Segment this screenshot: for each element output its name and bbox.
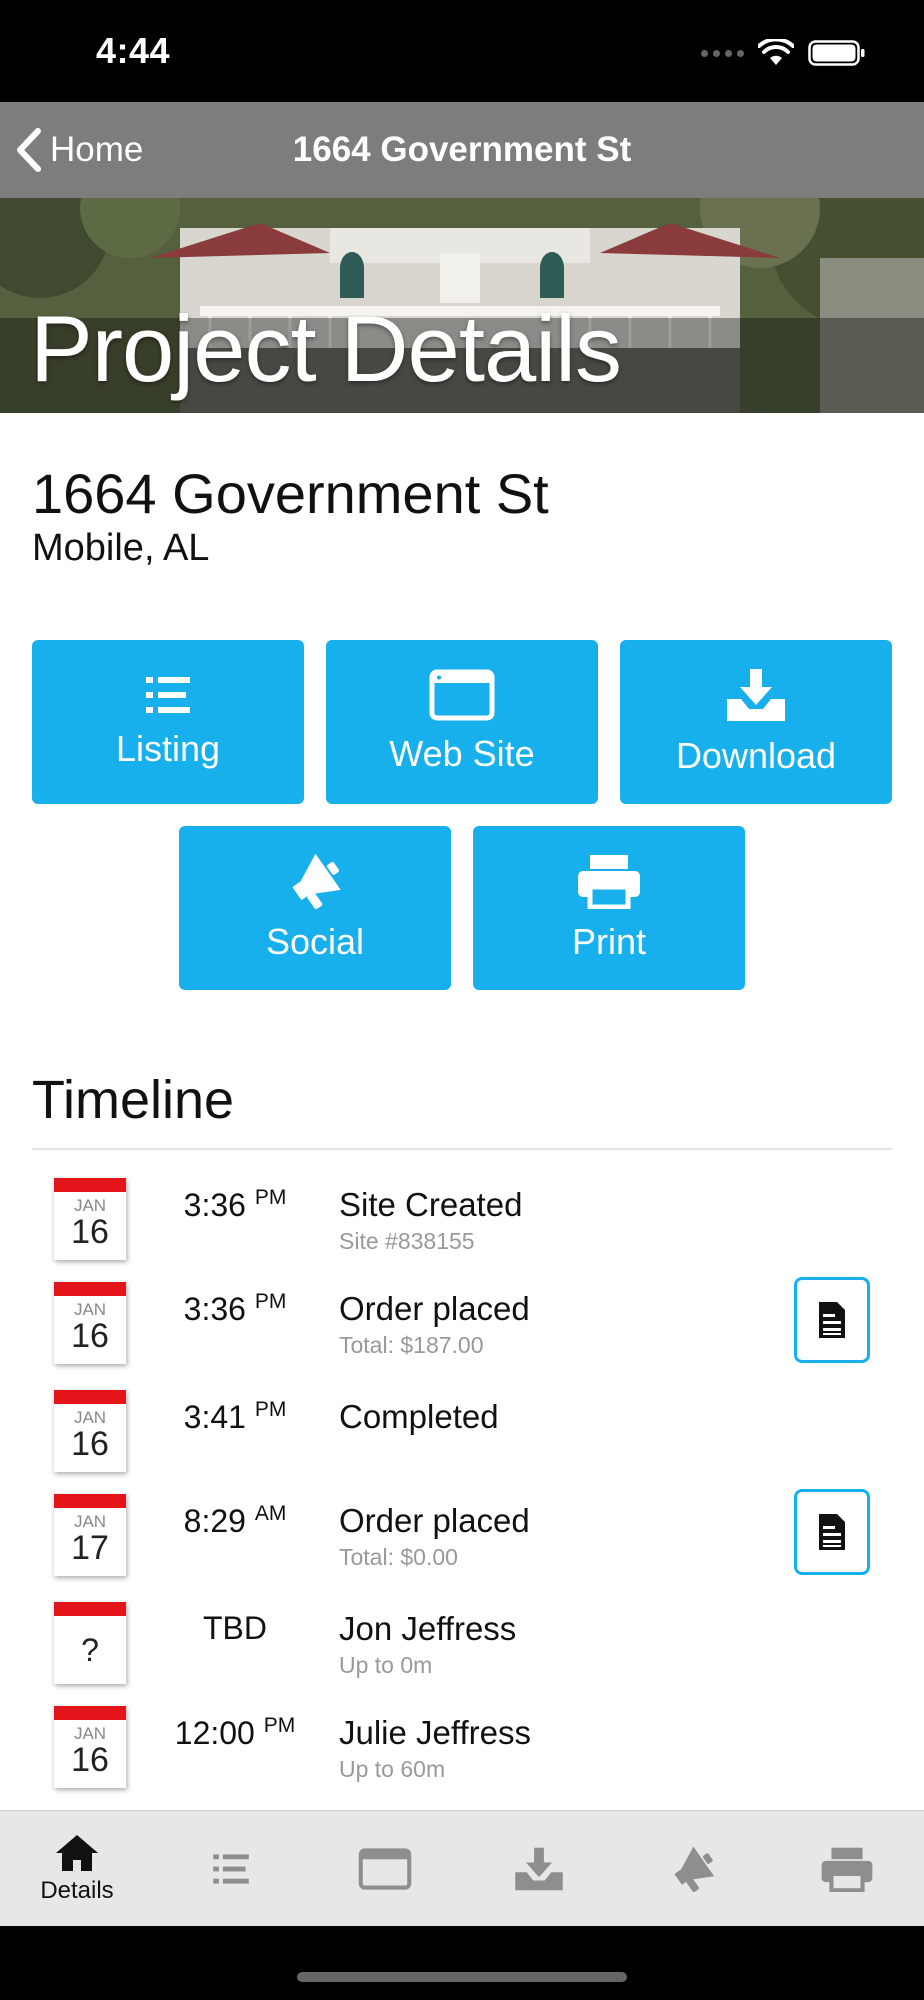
tab-website[interactable] xyxy=(308,1811,462,1927)
page-title: Project Details xyxy=(30,296,622,401)
calendar-day: ? xyxy=(81,1632,99,1668)
invoice-button[interactable] xyxy=(794,1277,870,1363)
calendar-day: 16 xyxy=(71,1741,109,1779)
tab-listing[interactable] xyxy=(154,1811,308,1927)
timeline-item: JAN 17 8:29 AM Order placed Total: $0.00 xyxy=(0,1486,924,1590)
social-button-label: Social xyxy=(265,921,365,962)
divider xyxy=(32,1148,892,1150)
listing-button[interactable]: Listing xyxy=(32,640,304,804)
project-address: 1664 Government St xyxy=(32,462,549,525)
timeline-subtitle: Total: $187.00 xyxy=(339,1332,484,1358)
calendar-day: 16 xyxy=(71,1317,109,1355)
tab-download[interactable] xyxy=(462,1811,616,1927)
project-city: Mobile, AL xyxy=(32,527,210,569)
timeline-heading: Timeline xyxy=(32,1070,235,1130)
timeline-item: JAN 16 3:36 PM Order placed Total: $187.… xyxy=(0,1274,924,1378)
list-icon xyxy=(213,1854,249,1884)
signal-icon xyxy=(701,49,744,57)
calendar-icon: ? xyxy=(54,1602,126,1684)
tab-details[interactable]: Details xyxy=(0,1811,154,1927)
timeline-subtitle: Site #838155 xyxy=(339,1228,475,1254)
document-icon xyxy=(819,1302,845,1338)
calendar-icon: JAN 16 xyxy=(54,1390,126,1472)
battery-icon xyxy=(808,40,865,66)
timeline-item: JAN 16 3:36 PM Site Created Site #838155 xyxy=(0,1170,924,1274)
calendar-icon: JAN 16 xyxy=(54,1706,126,1788)
timeline-time: 3:41 PM xyxy=(183,1398,287,1435)
calendar-day: 16 xyxy=(71,1213,109,1251)
calendar-day: 17 xyxy=(71,1529,109,1567)
megaphone-icon xyxy=(292,853,341,909)
download-tray-icon xyxy=(515,1847,563,1891)
print-button[interactable]: Print xyxy=(473,826,745,990)
calendar-icon: JAN 16 xyxy=(54,1282,126,1364)
tab-social[interactable] xyxy=(616,1811,770,1927)
timeline-subtitle: Up to 0m xyxy=(339,1652,433,1678)
tab-bar: Details xyxy=(0,1810,924,1926)
tab-print[interactable] xyxy=(770,1811,924,1927)
document-icon xyxy=(819,1514,845,1550)
calendar-day: 16 xyxy=(71,1425,109,1463)
timeline-time: 8:29 AM xyxy=(183,1502,287,1539)
timeline-title: Order placed xyxy=(339,1290,530,1327)
download-button[interactable]: Download xyxy=(620,640,892,804)
print-button-label: Print xyxy=(571,921,647,962)
timeline-title: Order placed xyxy=(339,1502,530,1539)
megaphone-icon xyxy=(674,1846,715,1892)
calendar-icon: JAN 17 xyxy=(54,1494,126,1576)
listing-button-label: Listing xyxy=(115,728,221,769)
home-icon xyxy=(56,1835,98,1871)
navigation-bar: Home 1664 Government St xyxy=(0,102,924,198)
printer-icon xyxy=(821,1847,873,1892)
timeline-item: ? TBD Jon Jeffress Up to 0m xyxy=(0,1594,924,1698)
timeline-title: Julie Jeffress xyxy=(339,1714,531,1751)
timeline-time: 12:00 PM xyxy=(174,1714,296,1751)
timeline-item: JAN 16 3:41 PM Completed xyxy=(0,1382,924,1486)
list-icon xyxy=(146,677,190,713)
status-icons xyxy=(701,38,866,68)
main-content: 1664 Government St Mobile, AL Listing We… xyxy=(0,413,924,1810)
timeline-title: Completed xyxy=(339,1398,499,1435)
website-button-label: Web Site xyxy=(389,733,535,774)
tab-details-label: Details xyxy=(40,1877,114,1904)
hero-banner: Project Details xyxy=(0,198,924,413)
nav-title: 1664 Government St xyxy=(292,130,632,169)
download-button-label: Download xyxy=(675,735,837,776)
timeline-title: Site Created xyxy=(339,1186,523,1223)
status-bar: 4:44 xyxy=(0,0,924,102)
download-tray-icon xyxy=(727,669,785,721)
wifi-icon xyxy=(758,39,794,65)
status-time: 4:44 xyxy=(96,30,171,71)
timeline-item: JAN 16 12:00 PM Julie Jeffress Up to 60m xyxy=(0,1698,924,1802)
social-button[interactable]: Social xyxy=(179,826,451,990)
website-button[interactable]: Web Site xyxy=(326,640,598,804)
timeline-subtitle: Total: $0.00 xyxy=(339,1544,458,1570)
timeline-time: TBD xyxy=(203,1610,267,1646)
timeline-time: 3:36 PM xyxy=(183,1290,287,1327)
home-indicator-area xyxy=(0,1926,924,2000)
timeline-title: Jon Jeffress xyxy=(339,1610,517,1647)
timeline-time: 3:36 PM xyxy=(183,1186,287,1223)
browser-window-icon xyxy=(429,669,495,721)
invoice-button[interactable] xyxy=(794,1489,870,1575)
home-indicator[interactable] xyxy=(297,1972,627,1982)
calendar-icon: JAN 16 xyxy=(54,1178,126,1260)
printer-icon xyxy=(578,855,640,909)
browser-window-icon xyxy=(358,1848,412,1890)
timeline-subtitle: Up to 60m xyxy=(339,1756,446,1782)
